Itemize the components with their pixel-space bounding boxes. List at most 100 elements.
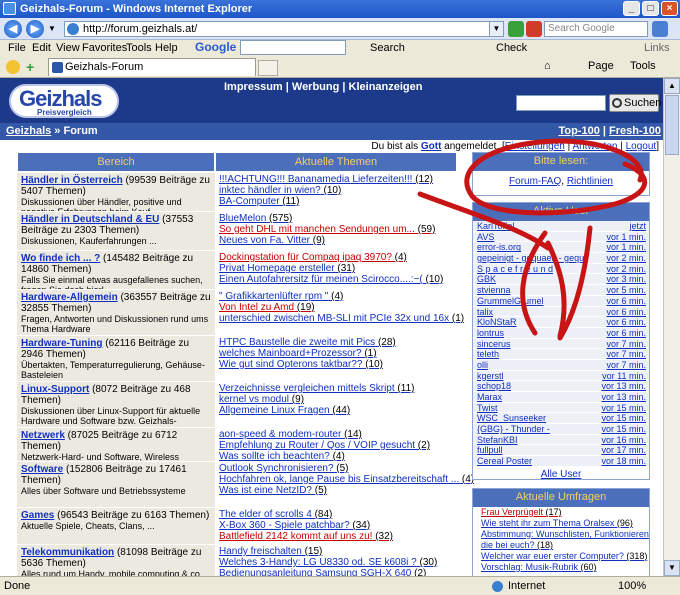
- topic-link[interactable]: kernel vs modul (9): [219, 394, 453, 405]
- active-user-name[interactable]: KarlToffel: [477, 221, 587, 232]
- active-user-name[interactable]: talix: [477, 307, 587, 318]
- topic-link[interactable]: Dockingstation für Compaq ipaq 3970? (4): [219, 252, 453, 263]
- header-links[interactable]: Impressum | Werbung | Kleinanzeigen: [224, 81, 423, 93]
- active-user-name[interactable]: lontrus: [477, 328, 587, 339]
- active-user-time[interactable]: vor 13 min.: [601, 381, 646, 392]
- address-dropdown-icon[interactable]: ▼: [489, 22, 503, 36]
- active-user-name[interactable]: WSC_Sunseeker: [477, 413, 587, 424]
- active-user-name[interactable]: sincerus: [477, 339, 587, 350]
- topic-link[interactable]: Verzeichnisse vergleichen mittels Skript…: [219, 383, 453, 394]
- active-user-name[interactable]: StefanKBI: [477, 435, 587, 446]
- home-icon[interactable]: ⌂: [544, 60, 551, 72]
- links-label[interactable]: Links: [644, 42, 670, 54]
- active-user-name[interactable]: Twist: [477, 403, 587, 414]
- forum-name-link[interactable]: Wo finde ich ... ?: [21, 253, 100, 264]
- topic-link[interactable]: welches Mainboard+Prozessor? (1): [219, 348, 453, 359]
- active-user-time[interactable]: vor 6 min.: [606, 307, 646, 318]
- topic-link[interactable]: !!!ACHTUNG!!! Bananamedia Lieferzeiten!!…: [219, 174, 453, 185]
- topic-link[interactable]: unterschied zwischen MB-SLI mit PCIe 32x…: [219, 313, 464, 324]
- topic-link[interactable]: Welches 3-Handy: LG U8330 od. SE k608i ?…: [219, 557, 453, 568]
- richtlinien-link[interactable]: Richtlinien: [567, 176, 613, 187]
- antworten-link[interactable]: Antworten: [572, 141, 617, 152]
- active-user-time[interactable]: vor 15 min.: [601, 424, 646, 435]
- menu-favorites[interactable]: Favorites: [82, 42, 127, 54]
- active-user-time[interactable]: vor 15 min.: [601, 413, 646, 424]
- active-user-time[interactable]: vor 7 min.: [606, 339, 646, 350]
- topic-link[interactable]: Bedienungsanleitung Samsung SGH-X 640 (2…: [219, 568, 453, 576]
- active-user-name[interactable]: schop18: [477, 381, 587, 392]
- page-menu[interactable]: Page: [588, 60, 614, 72]
- forum-name-link[interactable]: Games: [21, 510, 54, 521]
- forum-name-link[interactable]: Telekommunikation: [21, 547, 114, 558]
- active-user-time[interactable]: jetzt: [629, 221, 646, 232]
- menu-view[interactable]: View: [56, 42, 80, 54]
- active-user-time[interactable]: vor 2 min.: [606, 253, 646, 264]
- close-button[interactable]: ×: [661, 1, 678, 16]
- active-user-time[interactable]: vor 7 min.: [606, 360, 646, 371]
- active-user-time[interactable]: vor 1 min.: [606, 242, 646, 253]
- geizhals-logo[interactable]: Geizhals Preisvergleich: [9, 84, 119, 118]
- vertical-scrollbar[interactable]: ▲ ▼: [663, 78, 680, 576]
- scroll-thumb[interactable]: [665, 95, 679, 155]
- active-user-name[interactable]: {GBG} - Thunder -: [477, 424, 587, 435]
- active-user-name[interactable]: fullpull: [477, 445, 587, 456]
- menu-file[interactable]: File: [8, 42, 26, 54]
- active-user-time[interactable]: vor 18 min.: [601, 456, 646, 467]
- active-user-time[interactable]: vor 6 min.: [606, 328, 646, 339]
- einstellungen-link[interactable]: Einstellungen: [505, 141, 565, 152]
- active-user-time[interactable]: vor 15 min.: [601, 403, 646, 414]
- address-input[interactable]: http://forum.geizhals.at/ ▼: [64, 21, 504, 37]
- forum-name-link[interactable]: Linux-Support: [21, 384, 89, 395]
- active-user-name[interactable]: Marax: [477, 392, 587, 403]
- forum-faq-link[interactable]: Forum-FAQ: [509, 176, 561, 187]
- active-user-time[interactable]: vor 7 min.: [606, 349, 646, 360]
- active-user-name[interactable]: stvienna: [477, 285, 587, 296]
- topic-link[interactable]: BA-Computer (11): [219, 196, 453, 207]
- forum-name-link[interactable]: Händler in Österreich: [21, 175, 123, 186]
- menu-tools[interactable]: Tools: [126, 42, 152, 54]
- menu-edit[interactable]: Edit: [32, 42, 51, 54]
- topic-link[interactable]: " Grafikkartenlüfter rpm " (4): [219, 291, 453, 302]
- topic-link[interactable]: Privat Homepage ersteller (31): [219, 263, 453, 274]
- minimize-button[interactable]: _: [623, 1, 640, 16]
- active-user-name[interactable]: error-is.org: [477, 242, 587, 253]
- active-user-time[interactable]: vor 6 min.: [606, 296, 646, 307]
- topic-link[interactable]: Einen Autofahrersitz für meinen Scirocco…: [219, 274, 453, 285]
- breadcrumb-home[interactable]: Geizhals: [6, 125, 51, 137]
- back-button[interactable]: ◀: [4, 20, 22, 38]
- topic-link[interactable]: Battlefield 2142 kommt auf uns zu! (32): [219, 531, 453, 542]
- active-user-time[interactable]: vor 13 min.: [601, 392, 646, 403]
- forum-name-link[interactable]: Händler in Deutschland & EU: [21, 214, 159, 225]
- forum-name-link[interactable]: Hardware-Tuning: [21, 338, 102, 349]
- topic-link[interactable]: inktec händler in wien? (10): [219, 185, 453, 196]
- active-user-name[interactable]: KloNStaR: [477, 317, 587, 328]
- active-user-name[interactable]: gepeinigt - gequaelt - gequaelt: [477, 253, 587, 264]
- scroll-down-button[interactable]: ▼: [664, 560, 680, 576]
- menu-help[interactable]: Help: [155, 42, 178, 54]
- new-tab-button[interactable]: [258, 60, 278, 76]
- topic-link[interactable]: Was ist eine NetzID? (5): [219, 485, 453, 496]
- google-search-button[interactable]: Search: [370, 42, 405, 54]
- stop-icon[interactable]: [526, 21, 542, 37]
- active-user-name[interactable]: olli: [477, 360, 587, 371]
- site-search-button[interactable]: Suchen: [609, 94, 661, 112]
- zoom-level[interactable]: 100%: [618, 577, 646, 595]
- add-favorite-icon[interactable]: +: [26, 60, 40, 74]
- active-user-name[interactable]: GrummelGrumel: [477, 296, 587, 307]
- active-user-name[interactable]: teleth: [477, 349, 587, 360]
- poll-link[interactable]: Vorschlag: Musik-Rubrik (60): [473, 562, 649, 573]
- login-user-link[interactable]: Gott: [421, 141, 442, 152]
- nav-history-dropdown-icon[interactable]: ▼: [48, 24, 56, 33]
- active-user-time[interactable]: vor 17 min.: [601, 445, 646, 456]
- forum-name-link[interactable]: Software: [21, 464, 63, 475]
- active-user-time[interactable]: vor 16 min.: [601, 435, 646, 446]
- active-user-name[interactable]: Cereal Poster: [477, 456, 587, 467]
- poll-link[interactable]: Welcher war euer erster Computer? (318): [473, 551, 649, 562]
- active-user-time[interactable]: vor 1 min.: [606, 232, 646, 243]
- active-user-time[interactable]: vor 6 min.: [606, 317, 646, 328]
- maximize-button[interactable]: □: [642, 1, 659, 16]
- search-input[interactable]: Search Google: [544, 21, 648, 37]
- refresh-icon[interactable]: [508, 21, 524, 37]
- topic-link[interactable]: Hochfahren ok, lange Pause bis Einsatzbe…: [219, 474, 474, 485]
- fresh100-link[interactable]: Fresh-100: [609, 125, 663, 137]
